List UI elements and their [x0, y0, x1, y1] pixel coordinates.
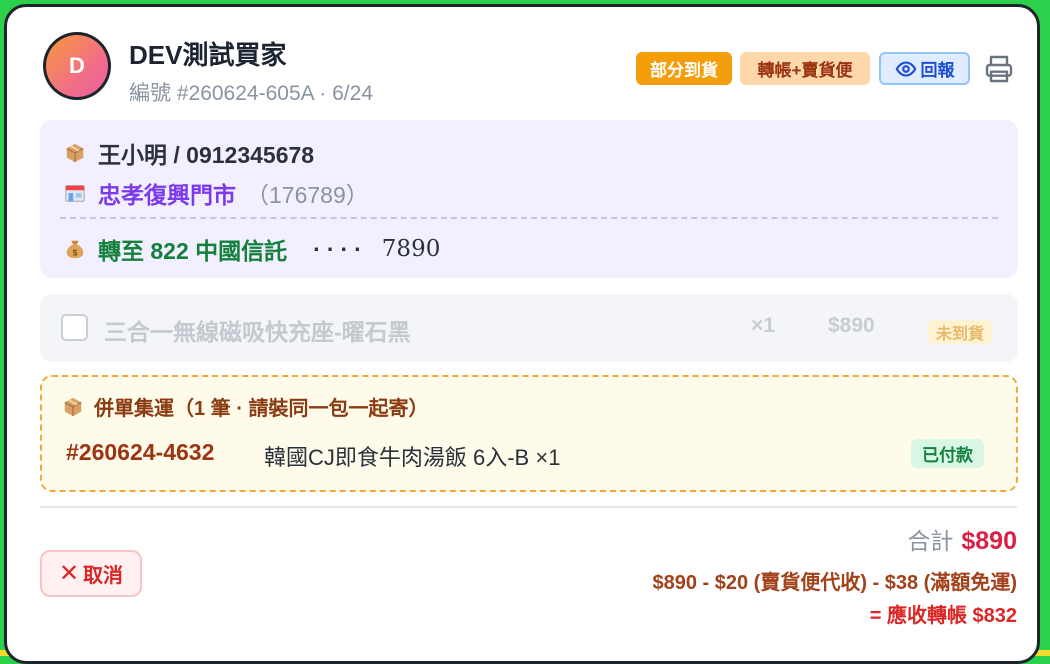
item-checkbox[interactable] — [61, 314, 88, 341]
recipient-info-box: 王小明 / 0912345678 忠孝復興門市 （176789） $ 轉至 82… — [40, 120, 1018, 278]
merge-title: 併單集運（1 筆 · 請裝同一包一起寄） — [94, 398, 429, 420]
merge-order-number[interactable]: #260624-4632 — [66, 439, 214, 466]
recipient-contact-row: 王小明 / 0912345678 — [64, 136, 314, 170]
item-price: $890 — [828, 314, 875, 337]
merge-order-description: 韓國CJ即食牛肉湯飯 6入-B ×1 — [264, 445, 561, 470]
account-mask: ···· — [313, 235, 368, 262]
report-label: 回報 — [920, 61, 955, 80]
store-icon — [65, 185, 85, 202]
divider — [60, 217, 998, 219]
item-name: 三合一無線磁吸快充座-曜石黑 — [104, 319, 411, 345]
transfer-row: $ 轉至 822 中國信託 ···· 7890 — [64, 232, 440, 266]
payment-formula: $890 - $20 (賣貨便代收) - $38 (滿額免運) — [652, 572, 1017, 594]
store-name: 忠孝復興門市 — [98, 182, 236, 208]
close-icon: ✕ — [58, 560, 80, 587]
divider — [40, 506, 1017, 508]
total-label: 合計 — [907, 528, 954, 554]
money-bag-icon: $ — [66, 240, 84, 259]
item-quantity: ×1 — [751, 314, 775, 337]
eye-icon — [895, 60, 916, 77]
status-badge-partial: 部分到貨 — [636, 52, 732, 85]
item-status-badge: 未到貨 — [928, 320, 993, 344]
store-row: 忠孝復興門市 （176789） — [64, 176, 369, 210]
report-button[interactable]: 回報 — [879, 52, 970, 85]
account-tail: 7890 — [381, 236, 441, 262]
order-number-date: 編號 #260624-605A · 6/24 — [129, 82, 374, 105]
merge-title-row: 併單集運（1 筆 · 請裝同一包一起寄） — [62, 392, 428, 421]
avatar: D — [43, 32, 111, 100]
total-amount: $890 — [961, 527, 1017, 555]
receivable-amount: = 應收轉帳 $832 — [869, 605, 1017, 627]
merge-status-badge: 已付款 — [911, 439, 984, 468]
transfer-bank: 轉至 822 中國信託 — [98, 238, 288, 264]
svg-text:$: $ — [73, 248, 78, 257]
cancel-button[interactable]: ✕ 取消 — [40, 550, 142, 597]
order-item-row: 三合一無線磁吸快充座-曜石黑 ×1 $890 未到貨 — [40, 294, 1018, 362]
recipient-contact: 王小明 / 0912345678 — [98, 142, 315, 168]
package-icon — [66, 143, 84, 163]
package-icon — [64, 397, 82, 416]
order-card: D DEV測試買家 編號 #260624-605A · 6/24 部分到貨 轉帳… — [4, 4, 1040, 664]
printer-icon[interactable] — [983, 53, 1015, 85]
merge-shipping-box: 併單集運（1 筆 · 請裝同一包一起寄） #260624-4632 韓國CJ即食… — [40, 375, 1018, 492]
store-code: （176789） — [246, 182, 369, 208]
total-row: 合計 $890 — [907, 522, 1017, 556]
payment-method-badge: 轉帳+賣貨便 — [740, 52, 870, 85]
buyer-name: DEV測試買家 — [129, 40, 287, 70]
cancel-label: 取消 — [83, 565, 124, 587]
avatar-letter: D — [46, 35, 108, 97]
